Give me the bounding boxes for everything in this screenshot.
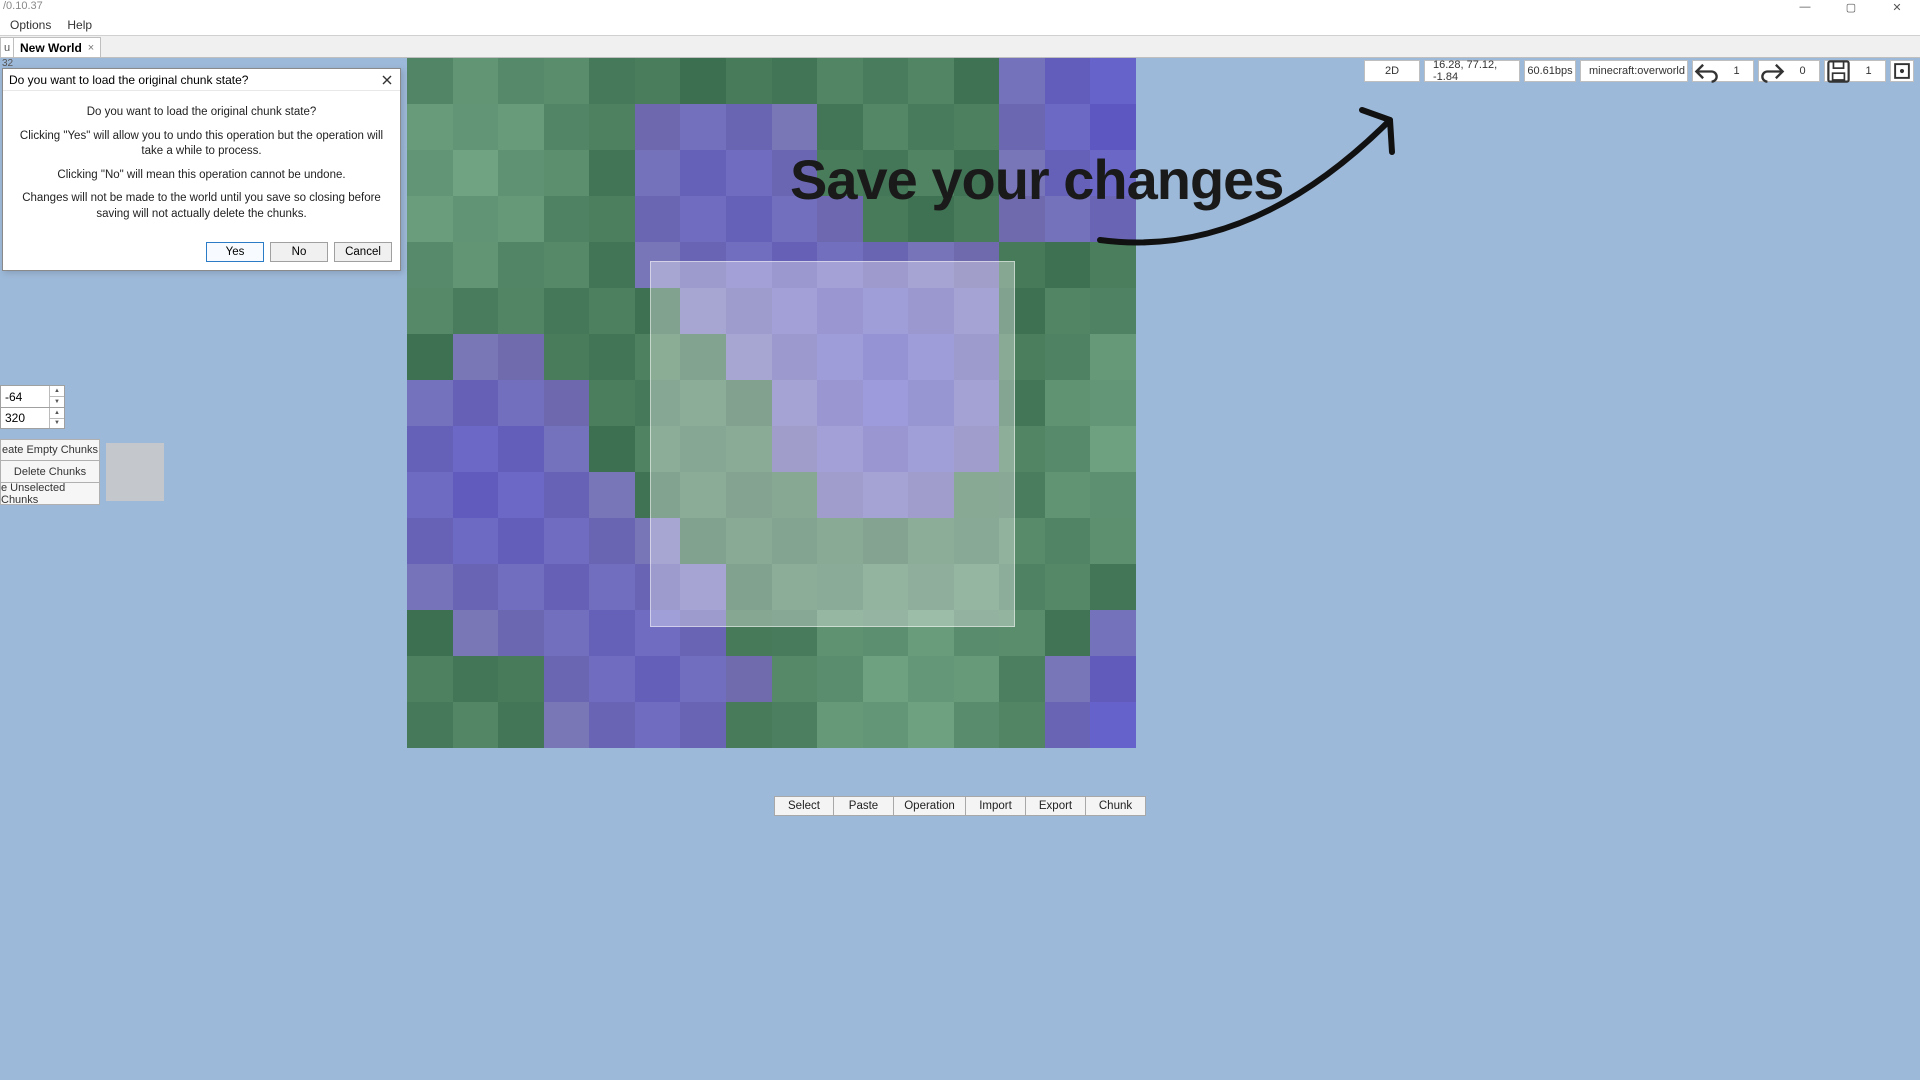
dialog-buttons: Yes No Cancel: [3, 236, 400, 270]
spinner-down-icon[interactable]: ▼: [50, 397, 64, 407]
dimension-select[interactable]: minecraft:overworld: [1580, 60, 1688, 82]
dialog-close-button[interactable]: [378, 71, 396, 89]
tool-operation[interactable]: Operation: [894, 796, 966, 816]
window-titlebar: /0.10.37 — ▢ ✕: [0, 0, 1920, 14]
menu-options[interactable]: Options: [2, 15, 59, 35]
spinner-min-y[interactable]: ▲▼: [49, 386, 64, 407]
tool-paste[interactable]: Paste: [834, 796, 894, 816]
redo-button[interactable]: [1758, 60, 1786, 82]
redo-count: 0: [1786, 60, 1820, 82]
close-tab-icon[interactable]: ×: [88, 42, 94, 54]
window-controls: — ▢ ✕: [1782, 0, 1920, 14]
tool-import[interactable]: Import: [966, 796, 1026, 816]
tab-label: New World: [20, 41, 82, 55]
dialog-line4: Changes will not be made to the world un…: [15, 191, 388, 222]
dimension-value: minecraft:overworld: [1589, 65, 1685, 77]
dialog-body: Do you want to load the original chunk s…: [3, 91, 400, 236]
window-title: /0.10.37: [0, 0, 46, 12]
max-y-value: 320: [5, 411, 25, 425]
minimize-button[interactable]: —: [1782, 0, 1828, 14]
redo-group: 0: [1758, 60, 1820, 82]
selection-rectangle[interactable]: [650, 261, 1015, 627]
tab-stub[interactable]: u: [0, 37, 14, 57]
dialog-title-text: Do you want to load the original chunk s…: [9, 73, 248, 87]
confirm-dialog: Do you want to load the original chunk s…: [2, 68, 401, 271]
tool-select[interactable]: Select: [774, 796, 834, 816]
save-group: 1: [1824, 60, 1886, 82]
dialog-line2: Clicking "Yes" will allow you to undo th…: [15, 129, 388, 160]
view-mode-box[interactable]: 2D: [1364, 60, 1420, 82]
dialog-line3: Clicking "No" will mean this operation c…: [15, 168, 388, 184]
dialog-titlebar: Do you want to load the original chunk s…: [3, 69, 400, 91]
spinner-up-icon[interactable]: ▲: [50, 386, 64, 397]
yes-button[interactable]: Yes: [206, 242, 264, 262]
dialog-line1: Do you want to load the original chunk s…: [15, 105, 388, 121]
bottom-toolbar: Select Paste Operation Import Export Chu…: [774, 796, 1146, 816]
expand-button[interactable]: [1890, 60, 1914, 82]
create-empty-chunks-button[interactable]: eate Empty Chunks: [0, 439, 100, 461]
top-toolbar: 2D 16.28, 77.12, -1.84 60.61bps minecraf…: [1364, 60, 1914, 82]
coords-box: 16.28, 77.12, -1.84: [1424, 60, 1520, 82]
close-icon: [381, 74, 393, 86]
save-button[interactable]: [1824, 60, 1852, 82]
menubar: Options Help: [0, 14, 1920, 36]
panel-buttons: eate Empty Chunks Delete Chunks e Unsele…: [0, 439, 100, 505]
maximize-button[interactable]: ▢: [1828, 0, 1874, 14]
tab-active[interactable]: New World ×: [13, 37, 101, 57]
menu-help[interactable]: Help: [59, 15, 100, 35]
undo-button[interactable]: [1692, 60, 1720, 82]
no-button[interactable]: No: [270, 242, 328, 262]
delete-chunks-button[interactable]: Delete Chunks: [0, 461, 100, 483]
spinner-up-icon[interactable]: ▲: [50, 408, 64, 419]
tool-export[interactable]: Export: [1026, 796, 1086, 816]
spinner-down-icon[interactable]: ▼: [50, 419, 64, 429]
max-y-input[interactable]: 320 ▲▼: [0, 407, 65, 429]
cancel-button[interactable]: Cancel: [334, 242, 392, 262]
spinner-max-y[interactable]: ▲▼: [49, 408, 64, 428]
close-window-button[interactable]: ✕: [1874, 0, 1920, 14]
delete-unselected-button[interactable]: e Unselected Chunks: [0, 483, 100, 505]
tabstrip: u New World ×: [0, 36, 1920, 58]
left-panel: -64 ▲▼ 320 ▲▼ eate Empty Chunks Delete C…: [0, 385, 100, 505]
min-y-input[interactable]: -64 ▲▼: [0, 385, 65, 407]
bps-box: 60.61bps: [1524, 60, 1576, 82]
annotation-arrow-icon: [1090, 90, 1430, 260]
save-count: 1: [1852, 60, 1886, 82]
grey-preview-box: [106, 443, 164, 501]
tool-chunk[interactable]: Chunk: [1086, 796, 1146, 816]
undo-count: 1: [1720, 60, 1754, 82]
undo-group: 1: [1692, 60, 1754, 82]
min-y-value: -64: [5, 390, 22, 404]
